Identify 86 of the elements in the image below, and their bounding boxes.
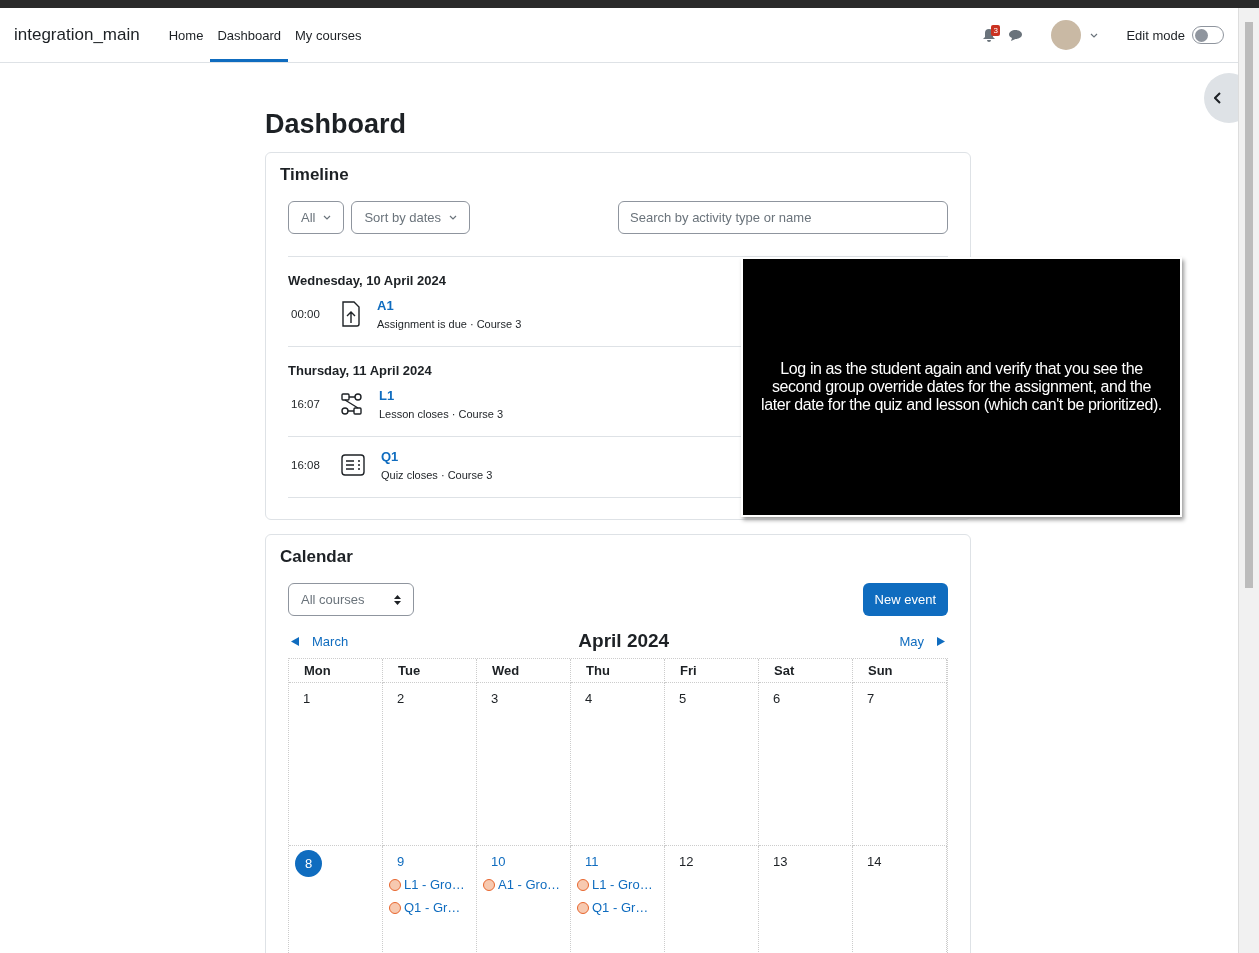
day-number[interactable]: 8 [295,850,322,877]
activity-link[interactable]: L1 [379,388,504,403]
edit-mode-label: Edit mode [1126,27,1185,43]
messages-button[interactable] [1008,28,1024,42]
event-time: 16:07 [291,398,321,410]
nav-link[interactable]: Home [161,8,211,62]
day-cell[interactable]: 2 [383,683,477,846]
weekday-heading: Sat [759,659,853,683]
day-cell[interactable]: 6 [759,683,853,846]
day-cell[interactable]: 3 [477,683,571,846]
weekday-heading: Sun [853,659,947,683]
activity-description: Lesson closes · Course 3 [379,408,504,420]
calendar-event[interactable]: Q1 - Gr… [577,900,649,915]
avatar [1051,20,1082,50]
activity-description: Assignment is due · Course 3 [377,318,522,330]
event-time: 00:00 [291,308,321,320]
search-field[interactable]: Search by activity type or name [618,201,948,234]
day-cell[interactable]: 4 [571,683,665,846]
event-time: 16:08 [291,459,321,471]
weekday-heading: Tue [383,659,477,683]
activity-link[interactable]: Q1 [381,449,493,464]
day-cell[interactable]: 12 [665,846,759,953]
edit-mode-switch[interactable] [1192,26,1224,44]
course-select[interactable]: All courses [288,583,414,616]
date-heading: Wednesday, 10 April 2024 [288,273,446,288]
day-cell[interactable]: 8 [289,846,383,953]
day-number[interactable]: 10 [483,854,514,869]
speech-bubble-icon [1008,28,1024,42]
new-event-button[interactable]: New event [862,583,948,616]
day-number[interactable]: 1 [295,691,319,706]
flow-nodes-icon [341,393,363,415]
sort-dropdown[interactable]: Sort by dates [351,201,471,234]
activity-link[interactable]: A1 [377,298,522,313]
day-number[interactable]: 4 [577,691,601,706]
weekday-heading: Fri [665,659,759,683]
activity-description: Quiz closes · Course 3 [381,469,493,481]
calendar-event[interactable]: Q1 - Gr… [389,900,461,915]
day-cell[interactable]: 10 A1 - Gro… [477,846,571,953]
weekday-heading: Wed [477,659,571,683]
chevron-left-icon [1214,92,1222,104]
calendar-event[interactable]: L1 - Gro… [389,877,465,892]
next-month-link[interactable]: May [899,633,945,649]
calendar-event[interactable]: L1 - Gro… [577,877,653,892]
page-title: Dashboard [265,109,408,140]
day-cell[interactable]: 1 [289,683,383,846]
day-number[interactable]: 11 [577,854,607,869]
user-menu[interactable] [1051,20,1099,50]
day-cell[interactable]: 7 [853,683,947,846]
site-name[interactable]: integration_main [14,25,140,45]
caret-icon [449,215,458,220]
month-title: April 2024 [578,630,670,652]
calendar-event[interactable]: A1 - Gro… [483,877,561,892]
date-heading: Thursday, 11 April 2024 [288,363,432,378]
instruction-overlay: Log in as the student again and verify that you see the second group override dates for the assignment, and the later date for the quiz and lesson (which can't be prioritized). [741,257,1182,517]
triangle-left-icon [291,636,299,646]
day-number[interactable]: 2 [389,691,413,706]
day-number[interactable]: 3 [483,691,507,706]
day-cell[interactable]: 5 [665,683,759,846]
day-cell[interactable]: 14 [853,846,947,953]
scrollbar[interactable] [1238,8,1259,953]
nav-link[interactable]: My courses [288,8,369,62]
filter-dropdown[interactable]: All [288,201,345,234]
day-cell[interactable]: 9 L1 - Gro… Q1 - Gr… [383,846,477,953]
day-number[interactable]: 14 [859,854,890,869]
checklist-icon [341,454,365,476]
previous-month-link[interactable]: March [291,633,349,649]
weekday-heading: Thu [571,659,665,683]
nav-link[interactable]: Dashboard [210,8,288,62]
day-cell[interactable]: 13 [759,846,853,953]
triangle-right-icon [937,636,945,646]
weekday-heading: Mon [289,659,383,683]
day-number[interactable]: 5 [671,691,695,706]
notification-button[interactable]: 3 [982,20,1007,50]
day-number[interactable]: 7 [859,691,883,706]
up-down-caret-icon [394,594,401,605]
day-number[interactable]: 13 [765,854,796,869]
card-title: Calendar [280,547,354,567]
caret-icon [1090,32,1099,38]
day-number[interactable]: 6 [765,691,789,706]
card-title: Timeline [280,165,350,185]
notification-count: 3 [991,25,1000,36]
file-upload-icon [341,301,361,327]
day-number[interactable]: 12 [671,854,702,869]
day-number[interactable]: 9 [389,854,413,869]
caret-icon [323,215,332,220]
day-cell[interactable]: 11 L1 - Gro… Q1 - Gr… [571,846,665,953]
